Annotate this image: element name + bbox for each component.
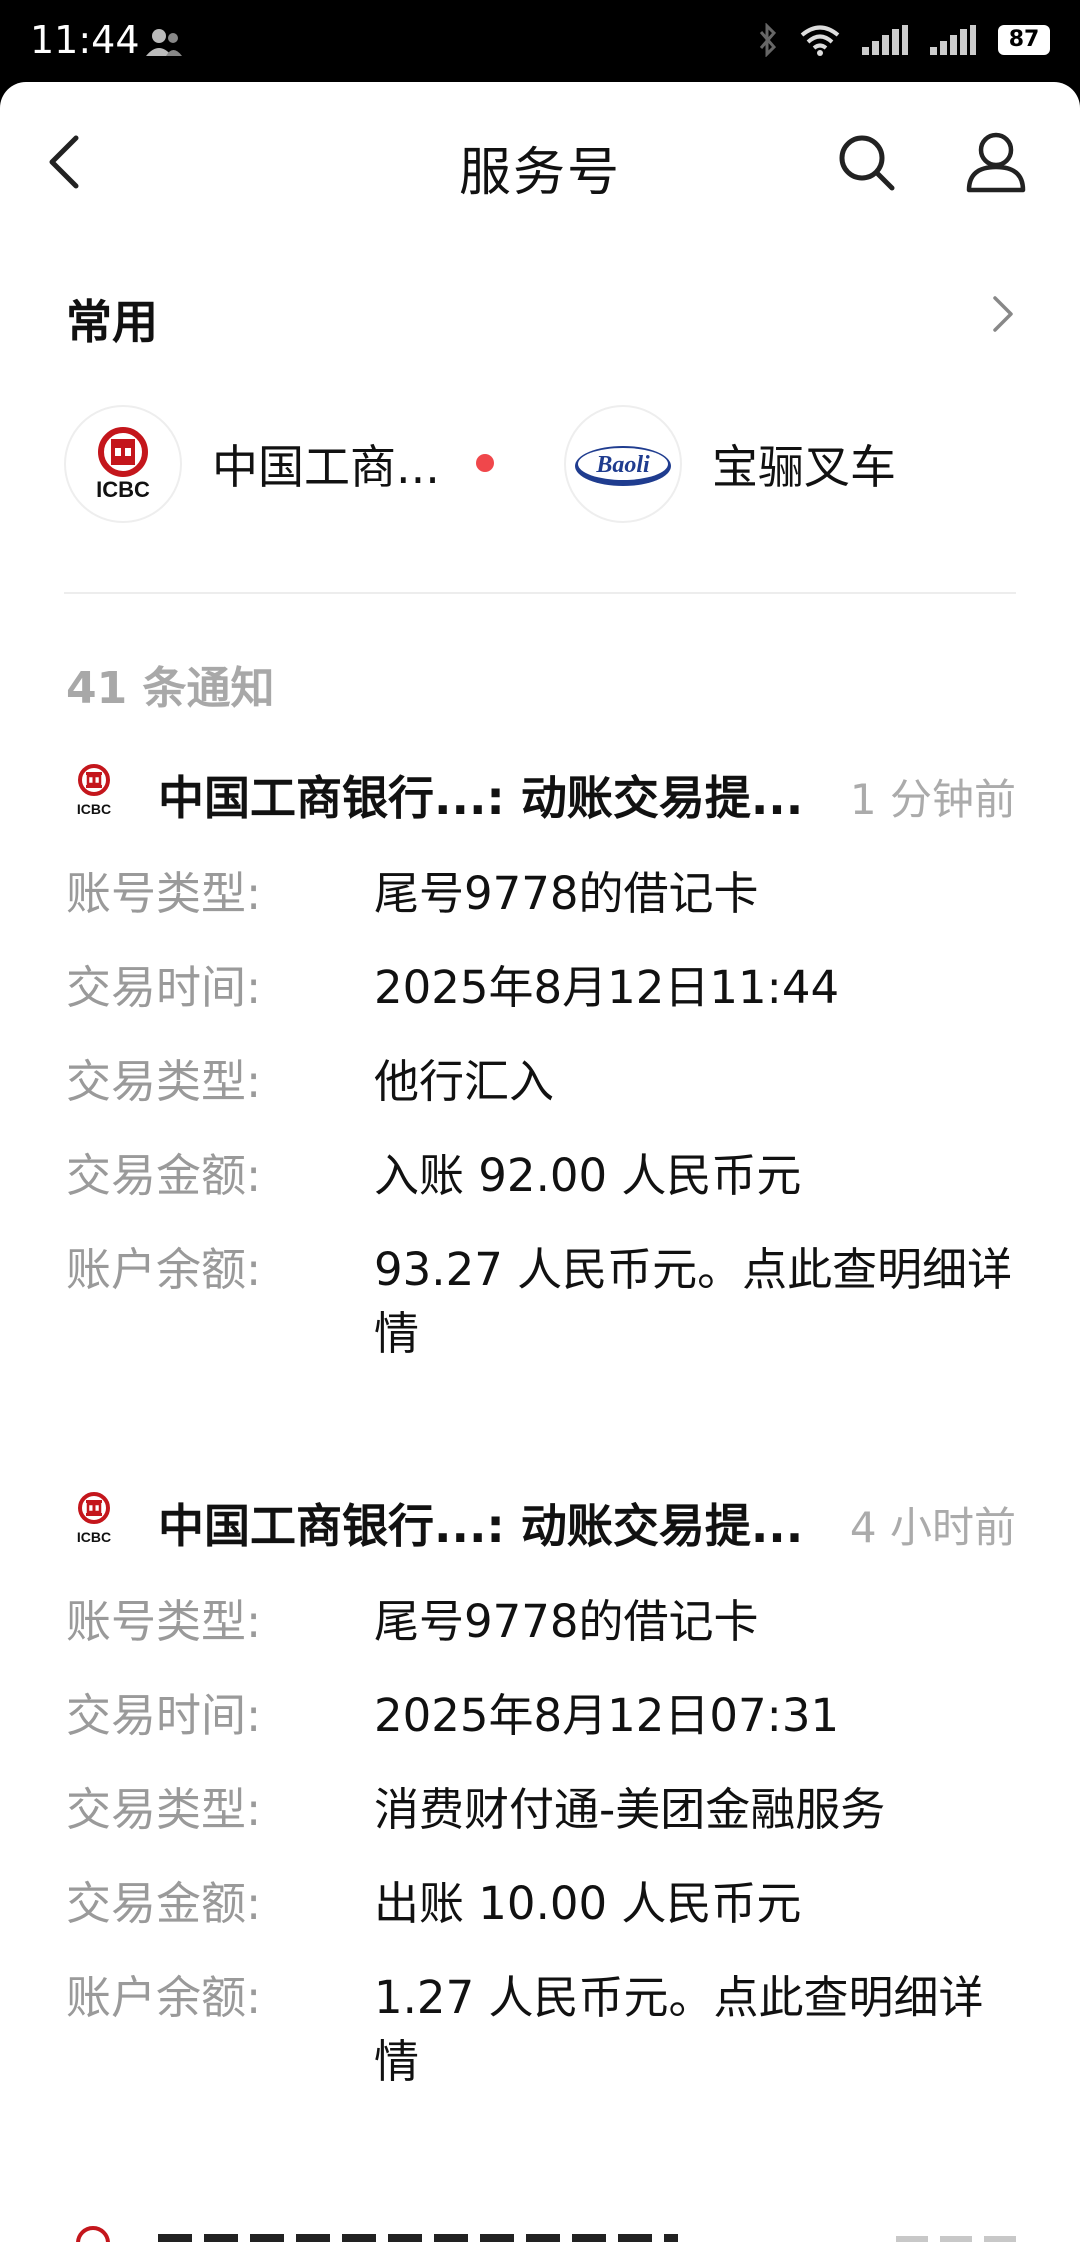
detail-value: 入账 92.00 人民币元 [374, 1149, 802, 1202]
baoli-logo: Baoli [564, 405, 682, 523]
detail-row: 交易时间: 2025年8月12日07:31 [66, 1684, 1016, 1748]
icbc-logo: ICBC [64, 405, 182, 523]
detail-value: 出账 10.00 人民币元 [374, 1877, 802, 1930]
message-card[interactable]: ICBC 中国工商银行...: 动账交易提... 1 分钟前 账号类型: 尾号97… [66, 752, 1016, 1366]
message-header-partial [66, 2222, 1016, 2242]
frequent-item-name: 中国工商... [212, 440, 440, 494]
detail-row: 账号类型: 尾号9778的借记卡 [66, 1590, 1016, 1654]
person-icon[interactable] [964, 130, 1028, 194]
wifi-icon [800, 25, 840, 56]
frequent-item-baoli[interactable]: Baoli 宝骊叉车 [564, 404, 896, 524]
message-title-partial [158, 2234, 678, 2242]
nav-bar: 服务号 [0, 82, 1080, 240]
icbc-small-logo-icon: ICBC [77, 1492, 111, 1545]
detail-row: 交易金额: 出账 10.00 人民币元 [66, 1872, 1016, 1936]
detail-label: 账号类型: [66, 867, 262, 920]
message-card-partial[interactable] [66, 2222, 1016, 2242]
detail-label: 交易金额: [66, 1877, 262, 1930]
message-time-partial [896, 2236, 1016, 2242]
detail-row: 交易金额: 入账 92.00 人民币元 [66, 1144, 1016, 1208]
detail-value: 2025年8月12日11:44 [374, 961, 840, 1014]
search-icon[interactable] [836, 132, 896, 192]
detail-row: 交易类型: 他行汇入 [66, 1050, 1016, 1114]
message-title: 中国工商银行...: 动账交易提... [158, 1499, 804, 1553]
baoli-logo-icon: Baoli [575, 446, 671, 486]
detail-label: 交易时间: [66, 1689, 262, 1742]
detail-value: 尾号9778的借记卡 [374, 867, 759, 920]
detail-value: 消费财付通-美团金融服务 [374, 1783, 886, 1836]
detail-value: 2025年8月12日07:31 [374, 1689, 840, 1742]
bluetooth-icon [759, 23, 777, 57]
message-time: 1 分钟前 [849, 775, 1016, 824]
detail-label: 账户余额: [66, 1243, 262, 1296]
chevron-right-icon [993, 296, 1013, 332]
detail-value: 93.27 人民币元。点此查明细详情 [374, 1243, 1013, 1360]
detail-label: 交易类型: [66, 1783, 262, 1836]
status-icons: 87 [758, 22, 1050, 58]
detail-value: 尾号9778的借记卡 [374, 1595, 759, 1648]
icbc-small-logo-icon: ICBC [77, 764, 111, 817]
service-accounts-page: 服务号 常用 ICBC 中国工商... Baoli 宝骊叉车 41 条通知 IC… [0, 82, 1080, 2242]
user-presence-icon [146, 29, 182, 56]
detail-value: 他行汇入 [374, 1055, 555, 1108]
frequent-item-icbc[interactable]: ICBC 中国工商... [64, 404, 440, 524]
frequent-item-name: 宝骊叉车 [712, 440, 896, 494]
message-title: 中国工商银行...: 动账交易提... [158, 771, 804, 825]
message-time: 4 小时前 [849, 1503, 1016, 1552]
battery-level: 87 [998, 25, 1050, 55]
icbc-small-logo-text: ICBC [77, 1529, 111, 1545]
status-time: 11:44 [30, 18, 140, 62]
divider [64, 592, 1016, 594]
unread-dot [476, 454, 494, 472]
detail-row: 交易类型: 消费财付通-美团金融服务 [66, 1778, 1016, 1842]
detail-row: 交易时间: 2025年8月12日11:44 [66, 956, 1016, 1020]
detail-label: 交易时间: [66, 961, 262, 1014]
signal-icon [862, 25, 908, 55]
message-logo-partial [76, 2226, 110, 2242]
message-header: ICBC 中国工商银行...: 动账交易提... 4 小时前 [66, 1480, 1016, 1560]
detail-label: 交易金额: [66, 1149, 262, 1202]
detail-row: 账号类型: 尾号9778的借记卡 [66, 862, 1016, 926]
status-bar: 11:44 87 [0, 0, 1080, 80]
detail-row: 账户余额: 93.27 人民币元。点此查明细详情 [66, 1238, 1016, 1366]
detail-label: 账号类型: [66, 1595, 262, 1648]
message-card[interactable]: ICBC 中国工商银行...: 动账交易提... 4 小时前 账号类型: 尾号97… [66, 1480, 1016, 2094]
icbc-emblem-icon [98, 427, 148, 477]
detail-label: 账户余额: [66, 1971, 262, 2024]
baoli-logo-text: Baoli [595, 452, 650, 478]
icbc-logo-text: ICBC [96, 477, 150, 502]
frequent-header[interactable]: 常用 [66, 280, 1016, 350]
page-title: 服务号 [458, 143, 621, 203]
icbc-small-logo-text: ICBC [77, 801, 111, 817]
detail-value: 1.27 人民币元。点此查明细详情 [374, 1971, 984, 2088]
frequent-title: 常用 [66, 295, 158, 349]
signal-icon [930, 25, 976, 55]
detail-row: 账户余额: 1.27 人民币元。点此查明细详情 [66, 1966, 1016, 2094]
detail-label: 交易类型: [66, 1055, 262, 1108]
notification-count: 41 条通知 [66, 663, 275, 714]
message-header: ICBC 中国工商银行...: 动账交易提... 1 分钟前 [66, 752, 1016, 832]
